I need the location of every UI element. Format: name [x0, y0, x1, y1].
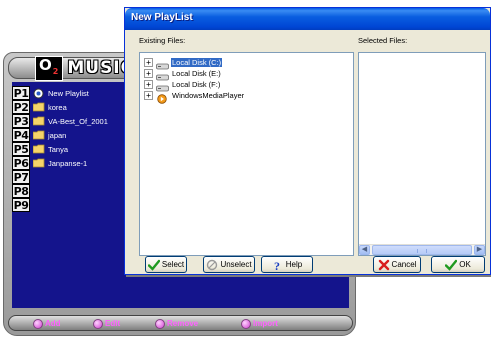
folder-icon — [33, 130, 45, 140]
tree-item-local-disk-c[interactable]: + Local Disk (C:) — [144, 57, 223, 70]
question-mark-icon: ? — [272, 259, 284, 273]
playlist-number: P9 — [12, 198, 30, 212]
selected-files-label: Selected Files: — [358, 36, 408, 45]
cancel-button-label: Cancel — [391, 260, 417, 269]
drive-icon — [156, 69, 169, 81]
playlist-number: P6 — [12, 156, 30, 170]
import-dot-icon — [241, 318, 251, 329]
add-button-label: Add — [45, 319, 61, 328]
playlist-number: P5 — [12, 142, 30, 156]
cancel-button[interactable]: Cancel — [373, 256, 421, 273]
tree-item-local-disk-f[interactable]: + Local Disk (F:) — [144, 79, 221, 92]
o2-music-logo: O2 MUSIC — [35, 55, 134, 81]
unselect-button[interactable]: Unselect — [203, 256, 255, 273]
expand-icon[interactable]: + — [144, 91, 153, 100]
new-playlist-icon — [33, 88, 45, 99]
tree-item-windows-media-player[interactable]: + WindowsMediaPlayer — [144, 90, 245, 104]
playlist-number: P7 — [12, 170, 30, 184]
ok-button-label: OK — [459, 260, 471, 269]
scroll-right-icon[interactable]: ▶ — [474, 245, 485, 255]
player-button-bar: Add Edit Remove Import — [8, 315, 353, 331]
logo-o2-sub: 2 — [52, 66, 60, 76]
playlist-label: japan — [48, 130, 67, 140]
drive-icon — [156, 80, 169, 92]
help-button[interactable]: ? Help — [261, 256, 313, 273]
remove-button[interactable]: Remove — [155, 317, 198, 330]
playlist-label: New Playlist — [48, 88, 89, 98]
scroll-left-icon[interactable]: ◀ — [359, 245, 370, 255]
tree-item-label: Local Disk (F:) — [172, 80, 221, 89]
select-button-label: Select — [161, 260, 185, 269]
folder-icon — [33, 144, 45, 154]
playlist-number: P1 — [12, 86, 30, 100]
select-button[interactable]: Select — [145, 256, 187, 273]
unselect-button-label: Unselect — [220, 260, 252, 269]
import-button-label: Import — [253, 319, 278, 328]
add-dot-icon — [33, 318, 43, 329]
drive-icon — [156, 58, 169, 70]
remove-dot-icon — [155, 318, 165, 329]
playlist-number: P2 — [12, 100, 30, 114]
import-button[interactable]: Import — [241, 317, 278, 330]
folder-icon — [33, 102, 45, 112]
tree-item-label: Local Disk (E:) — [172, 69, 221, 78]
media-player-icon — [156, 91, 169, 104]
new-playlist-dialog: New PlayList Existing Files: Selected Fi… — [124, 7, 491, 275]
playlist-number: P3 — [12, 114, 30, 128]
unselect-icon — [206, 259, 218, 271]
horizontal-scrollbar[interactable]: ◀ ▶ — [359, 244, 485, 255]
tree-item-label: WindowsMediaPlayer — [172, 91, 245, 100]
add-button[interactable]: Add — [33, 317, 61, 330]
o2-logo-badge: O2 — [35, 55, 64, 81]
playlist-label: Janpanse-1 — [48, 158, 88, 168]
playlist-number: P4 — [12, 128, 30, 142]
playlist-label: VA-Best_Of_2001 — [48, 116, 108, 126]
logo-o2-text: O — [39, 55, 53, 74]
checkmark-icon — [445, 259, 458, 271]
expand-icon[interactable]: + — [144, 58, 153, 67]
help-button-label: Help — [285, 260, 303, 269]
playlist-label: Tanya — [48, 144, 69, 154]
expand-icon[interactable]: + — [144, 80, 153, 89]
checkmark-icon — [147, 259, 161, 271]
playlist-label: korea — [48, 102, 67, 112]
remove-button-label: Remove — [167, 319, 199, 328]
selected-files-list[interactable]: ◀ ▶ — [358, 52, 486, 256]
edit-button-label: Edit — [105, 319, 121, 328]
expand-icon[interactable]: + — [144, 69, 153, 78]
scroll-thumb[interactable] — [372, 245, 472, 255]
edit-dot-icon — [93, 318, 103, 329]
folder-icon — [33, 158, 45, 168]
ok-button[interactable]: OK — [431, 256, 485, 273]
dialog-titlebar[interactable]: New PlayList — [125, 8, 490, 30]
tree-item-label: Local Disk (C:) — [171, 58, 223, 67]
edit-button[interactable]: Edit — [93, 317, 120, 330]
dialog-title: New PlayList — [131, 12, 193, 23]
red-x-icon — [378, 259, 390, 271]
scroll-grip — [417, 249, 427, 253]
existing-files-tree[interactable]: + Local Disk (C:) + Local Disk (E:) + Lo… — [139, 52, 354, 256]
svg-text:?: ? — [274, 259, 280, 271]
tree-item-local-disk-e[interactable]: + Local Disk (E:) — [144, 68, 222, 81]
folder-icon — [33, 116, 45, 126]
existing-files-label: Existing Files: — [139, 36, 186, 45]
playlist-number: P8 — [12, 184, 30, 198]
